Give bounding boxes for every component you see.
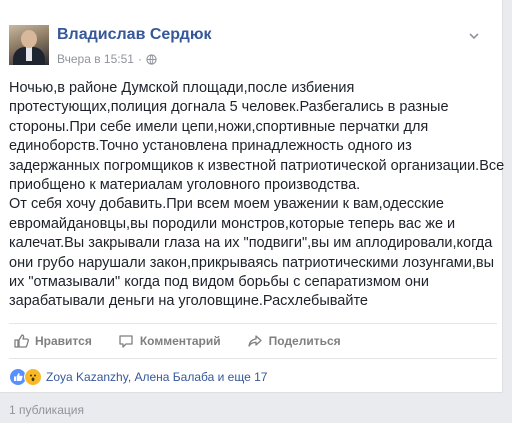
post-line: они грубо нарушали закон,прикрываясь пат… — [9, 254, 494, 271]
avatar-head — [21, 30, 37, 48]
share-icon — [247, 335, 262, 347]
avatar-shirt — [26, 47, 32, 61]
post-line: калечат.Вы закрывали глаза на их "подвиг… — [9, 235, 493, 252]
reactions-summary[interactable]: Zoya Kazanzhy, Алена Балаба и еще 17 — [9, 367, 267, 387]
post-meta: Вчера в 15:51 · — [57, 52, 157, 66]
post-card: Владислав Сердюк Вчера в 15:51 · Ночью,в… — [0, 0, 505, 393]
avatar[interactable] — [9, 25, 49, 65]
thumbs-up-icon — [14, 334, 29, 348]
reactions-text: Zoya Kazanzhy, Алена Балаба и еще 17 — [46, 370, 268, 384]
comment-icon — [119, 335, 133, 348]
post-line: От себя хочу добавить.При всем моем уваж… — [9, 196, 444, 213]
post-line: задержанных погромщиков к известной патр… — [9, 157, 505, 174]
post-header: Владислав Сердюк Вчера в 15:51 · — [9, 25, 489, 69]
author-name[interactable]: Владислав Сердюк — [57, 26, 212, 44]
post-text: Ночью,в районе Думской площади,после изб… — [9, 79, 505, 312]
timestamp[interactable]: Вчера в 15:51 — [57, 52, 134, 66]
shares-count[interactable]: 1 публикация — [9, 403, 84, 417]
like-button[interactable]: Нравится — [13, 333, 92, 349]
comment-label: Комментарий — [139, 334, 221, 348]
share-button[interactable]: Поделиться — [247, 333, 341, 349]
action-bar: Нравится Комментарий Поделиться — [9, 323, 497, 359]
meta-separator: · — [137, 52, 142, 66]
post-line: евромайдановцы,вы породили монстров,кото… — [9, 215, 456, 232]
globe-icon[interactable] — [146, 53, 157, 65]
chevron-down-icon[interactable] — [467, 29, 481, 43]
like-label: Нравится — [35, 334, 92, 348]
post-line: Ночью,в районе Думской площади,после изб… — [9, 80, 355, 96]
post-line: протестующих,полиция догнала 5 человек.Р… — [9, 99, 449, 116]
post-line: их "отмазывали" когда под видом борьбы с… — [9, 274, 430, 291]
post-line: приобщено к материалам уголовного произв… — [9, 177, 361, 194]
post-line: единоборств.Точно установлена принадлежн… — [9, 138, 412, 155]
comment-button[interactable]: Комментарий — [118, 333, 221, 349]
share-label: Поделиться — [268, 334, 341, 348]
post-line: зарабатывали деньги на уголовщине.Расхле… — [9, 293, 368, 310]
wow-icon — [24, 368, 42, 386]
post-line: стороны.При себе имели цепи,ножи,спортив… — [9, 118, 429, 135]
